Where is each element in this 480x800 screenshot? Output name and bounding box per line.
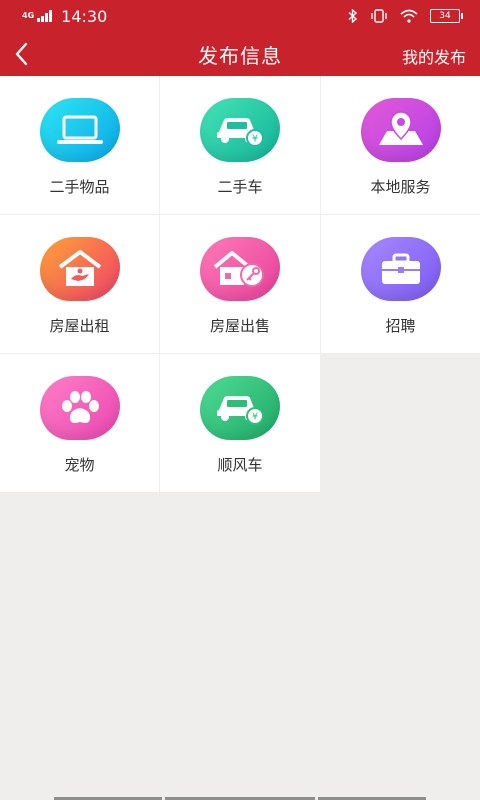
status-time: 14:30 (61, 6, 108, 26)
svg-text:¥: ¥ (252, 134, 258, 145)
map-pin-icon (360, 98, 441, 162)
category-pets[interactable]: 宠物 (0, 354, 159, 492)
car-yuan-icon: ¥ (200, 98, 280, 162)
signal-icon (37, 10, 53, 22)
house-hand-icon (39, 237, 120, 301)
car-yuan-icon: ¥ (200, 376, 280, 440)
category-carpool[interactable]: ¥ 顺风车 (160, 354, 320, 492)
category-house-sale[interactable]: 房屋出售 (160, 215, 320, 353)
vibrate-icon (371, 9, 387, 23)
status-bar: 4G 14:30 34 (0, 0, 480, 32)
network-type: 4G (22, 11, 35, 20)
paw-icon (39, 376, 120, 440)
svg-text:¥: ¥ (252, 412, 258, 423)
category-house-rent[interactable]: 房屋出租 (0, 215, 159, 353)
category-used-car[interactable]: ¥ 二手车 (160, 76, 320, 214)
bluetooth-icon (348, 9, 358, 23)
category-local-service[interactable]: 本地服务 (321, 76, 480, 214)
category-label: 二手物品 (49, 178, 110, 196)
category-recruitment[interactable]: 招聘 (321, 215, 480, 353)
battery-level: 34 (439, 11, 451, 21)
page-title: 发布信息 (198, 43, 282, 68)
category-label: 本地服务 (370, 178, 431, 196)
category-label: 顺风车 (217, 456, 263, 474)
battery-icon: 34 (430, 9, 463, 23)
house-key-icon (200, 237, 280, 301)
category-label: 二手车 (217, 178, 263, 196)
category-label: 房屋出售 (209, 317, 270, 335)
category-label: 宠物 (64, 456, 95, 474)
category-secondhand-goods[interactable]: 二手物品 (0, 76, 159, 214)
wifi-icon (400, 9, 418, 23)
category-label: 房屋出租 (49, 317, 110, 335)
nav-bar: 发布信息 我的发布 (0, 32, 480, 76)
briefcase-icon (360, 237, 441, 301)
laptop-icon (39, 98, 120, 162)
my-posts-button[interactable]: 我的发布 (402, 44, 466, 68)
back-arrow-icon[interactable] (10, 40, 40, 68)
category-label: 招聘 (385, 317, 416, 335)
category-grid: 二手物品 ¥ 二手车 本地服务 房屋出租 房屋出售 招聘 宠物 ¥ 顺风车 (0, 76, 480, 492)
